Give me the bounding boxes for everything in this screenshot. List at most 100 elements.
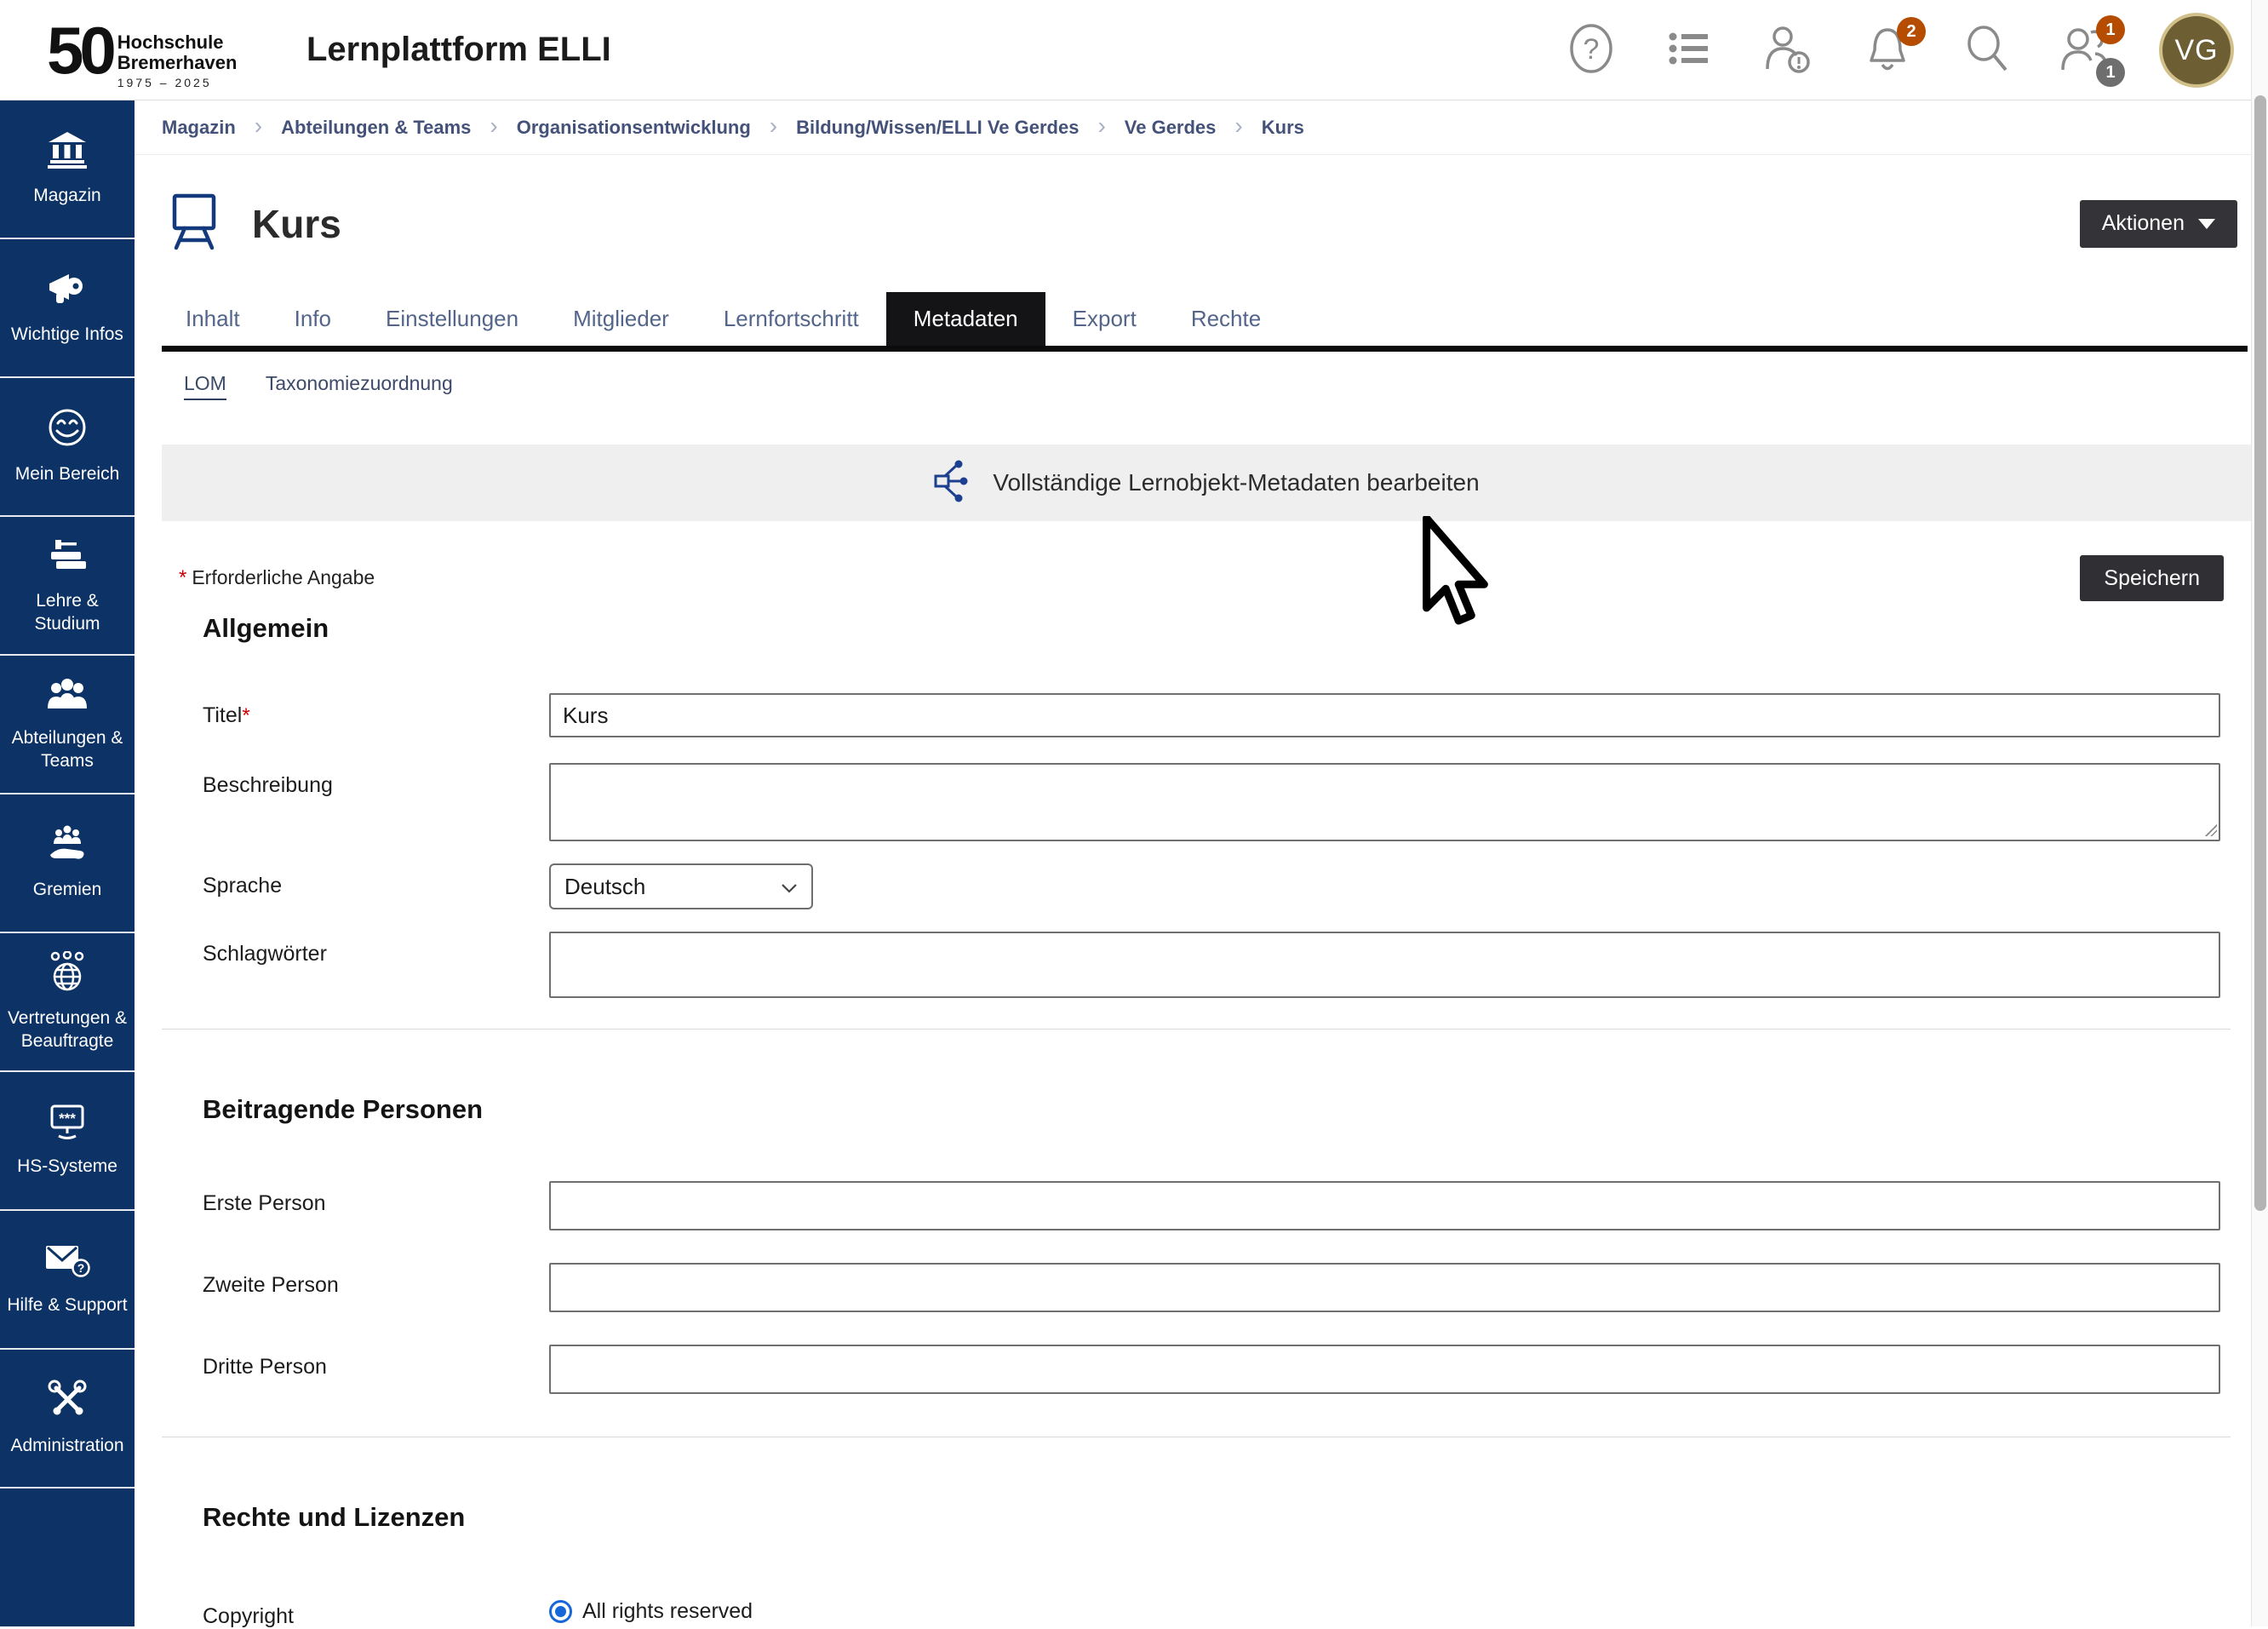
tab-einstellungen[interactable]: Einstellungen [358, 292, 546, 346]
books-icon [46, 536, 89, 579]
titel-input[interactable] [549, 693, 2220, 737]
node-tree-icon [933, 460, 976, 507]
sprache-label: Sprache [203, 863, 549, 909]
erste-person-row: Erste Person [203, 1181, 2220, 1230]
sidebar-item-label: Mein Bereich [12, 462, 123, 485]
people-icon [46, 676, 89, 716]
notifications-button[interactable]: 2 [1863, 24, 1912, 77]
radio-checked-icon[interactable] [549, 1600, 572, 1623]
sidebar-item-label: Wichtige Infos [8, 323, 127, 346]
list-icon [1667, 26, 1713, 76]
globe-people-icon [47, 951, 88, 996]
sidebar-item-label: Hilfe & Support [3, 1293, 130, 1316]
contacts-button[interactable]: 1 1 [2060, 24, 2110, 77]
sidebar-item-label: HS-Systeme [14, 1155, 121, 1178]
breadcrumb: Magazin › Abteilungen & Teams › Organisa… [135, 100, 2251, 155]
titel-label: Titel* [203, 693, 549, 737]
breadcrumb-kurs[interactable]: Kurs [1262, 117, 1304, 139]
sidebar-item-hilfe-support[interactable]: ? Hilfe & Support [0, 1211, 135, 1350]
megaphone-icon [46, 269, 89, 313]
logo-years: 1975 – 2025 [117, 76, 238, 89]
sidebar-item-label: Abteilungen & Teams [0, 726, 135, 773]
actions-button-label: Aktionen [2102, 211, 2185, 236]
sidebar-item-label: Administration [7, 1434, 127, 1457]
course-easel-icon [170, 192, 218, 255]
sidebar-item-abteilungen-teams[interactable]: Abteilungen & Teams [0, 656, 135, 794]
zweite-person-input[interactable] [549, 1263, 2220, 1312]
copyright-option-label: All rights reserved [582, 1599, 753, 1624]
main-content: Magazin › Abteilungen & Teams › Organisa… [135, 100, 2251, 1626]
subtab-bar: LOM Taxonomiezuordnung [184, 372, 2251, 400]
sprache-select[interactable]: Deutsch [549, 863, 813, 909]
schlagwoerter-textarea[interactable] [549, 932, 2220, 998]
top-bar: 50 Hochschule Bremerhaven 1975 – 2025 Le… [0, 0, 2268, 100]
tab-mitglieder[interactable]: Mitglieder [546, 292, 696, 346]
section-divider [162, 1029, 2231, 1030]
mouse-cursor [1420, 516, 1503, 638]
sidebar-item-gremien[interactable]: Gremien [0, 794, 135, 933]
smiley-icon [47, 407, 88, 452]
tab-metadaten[interactable]: Metadaten [886, 292, 1045, 346]
logo-line1: Hochschule [117, 32, 238, 53]
tab-export[interactable]: Export [1045, 292, 1164, 346]
bank-icon [47, 130, 88, 174]
scrollbar-thumb[interactable] [2254, 95, 2266, 1211]
section-title-beitragende: Beitragende Personen [203, 1094, 2251, 1125]
tab-bar: Inhalt Info Einstellungen Mitglieder Ler… [158, 292, 2248, 346]
search-button[interactable] [1962, 24, 2011, 77]
sidebar-item-vertretungen[interactable]: Vertretungen & Beauftragte [0, 933, 135, 1072]
titel-row: Titel* [203, 693, 2220, 737]
resize-handle-icon[interactable] [2205, 824, 2217, 836]
sidebar-item-magazin[interactable]: Magazin [0, 100, 135, 239]
contacts-badge-total: 1 [2096, 58, 2125, 87]
sidebar-item-hs-systeme[interactable]: *** HS-Systeme [0, 1072, 135, 1211]
sidebar-item-mein-bereich[interactable]: Mein Bereich [0, 378, 135, 517]
sidebar-item-lehre-studium[interactable]: Lehre & Studium [0, 517, 135, 656]
copyright-row: Copyright All rights reserved [203, 1594, 2220, 1629]
help-button[interactable]: ? [1566, 24, 1616, 77]
breadcrumb-organisationsentwicklung[interactable]: Organisationsentwicklung [517, 117, 751, 139]
breadcrumb-magazin[interactable]: Magazin [162, 117, 236, 139]
erste-person-input[interactable] [549, 1181, 2220, 1230]
breadcrumb-bildung-wissen[interactable]: Bildung/Wissen/ELLI Ve Gerdes [796, 117, 1079, 139]
sprache-row: Sprache Deutsch [203, 863, 2220, 909]
edit-full-metadata-banner[interactable]: Vollständige Lernobjekt-Metadaten bearbe… [162, 445, 2251, 521]
app-title: Lernplattform ELLI [306, 31, 611, 69]
required-note: *Erforderliche Angabe [179, 566, 375, 590]
beschreibung-row: Beschreibung [203, 763, 2220, 841]
monitor-icon: *** [46, 1103, 89, 1144]
copyright-option-all-rights-reserved[interactable]: All rights reserved [549, 1599, 2220, 1624]
subtab-lom[interactable]: LOM [184, 372, 226, 400]
logo-text: Hochschule Bremerhaven 1975 – 2025 [117, 32, 238, 89]
tab-lernfortschritt[interactable]: Lernfortschritt [696, 292, 886, 346]
breadcrumb-abteilungen-teams[interactable]: Abteilungen & Teams [281, 117, 471, 139]
tab-rechte[interactable]: Rechte [1164, 292, 1288, 346]
actions-button[interactable]: Aktionen [2080, 200, 2237, 248]
awareness-button[interactable] [1764, 24, 1813, 77]
help-icon: ? [1568, 22, 1614, 79]
sidebar-item-administration[interactable]: Administration [0, 1350, 135, 1488]
tab-info[interactable]: Info [267, 292, 358, 346]
beschreibung-textarea[interactable] [549, 763, 2220, 841]
beschreibung-label: Beschreibung [203, 763, 549, 841]
chevron-right-icon: › [255, 112, 262, 140]
tab-inhalt[interactable]: Inhalt [158, 292, 267, 346]
chevron-down-icon [781, 874, 798, 900]
svg-text:?: ? [1584, 33, 1600, 66]
page-title: Kurs [252, 201, 341, 247]
breadcrumb-ve-gerdes[interactable]: Ve Gerdes [1125, 117, 1217, 139]
topbar-icon-row: ? 2 1 1 [1566, 0, 2234, 100]
main-menu-button[interactable] [1665, 24, 1715, 77]
logo-line2: Bremerhaven [117, 53, 238, 73]
chevron-right-icon: › [770, 112, 777, 140]
dritte-person-input[interactable] [549, 1345, 2220, 1394]
subtab-taxonomiezuordnung[interactable]: Taxonomiezuordnung [266, 372, 453, 400]
save-button[interactable]: Speichern [2080, 555, 2224, 601]
people-hand-icon [46, 824, 89, 868]
section-title-allgemein: Allgemein [203, 613, 2251, 644]
vertical-scrollbar[interactable] [2251, 0, 2268, 1626]
university-logo: 50 Hochschule Bremerhaven 1975 – 2025 [47, 10, 260, 89]
zweite-person-row: Zweite Person [203, 1263, 2220, 1312]
sidebar-item-wichtige-infos[interactable]: Wichtige Infos [0, 239, 135, 378]
avatar[interactable]: VG [2159, 13, 2234, 88]
